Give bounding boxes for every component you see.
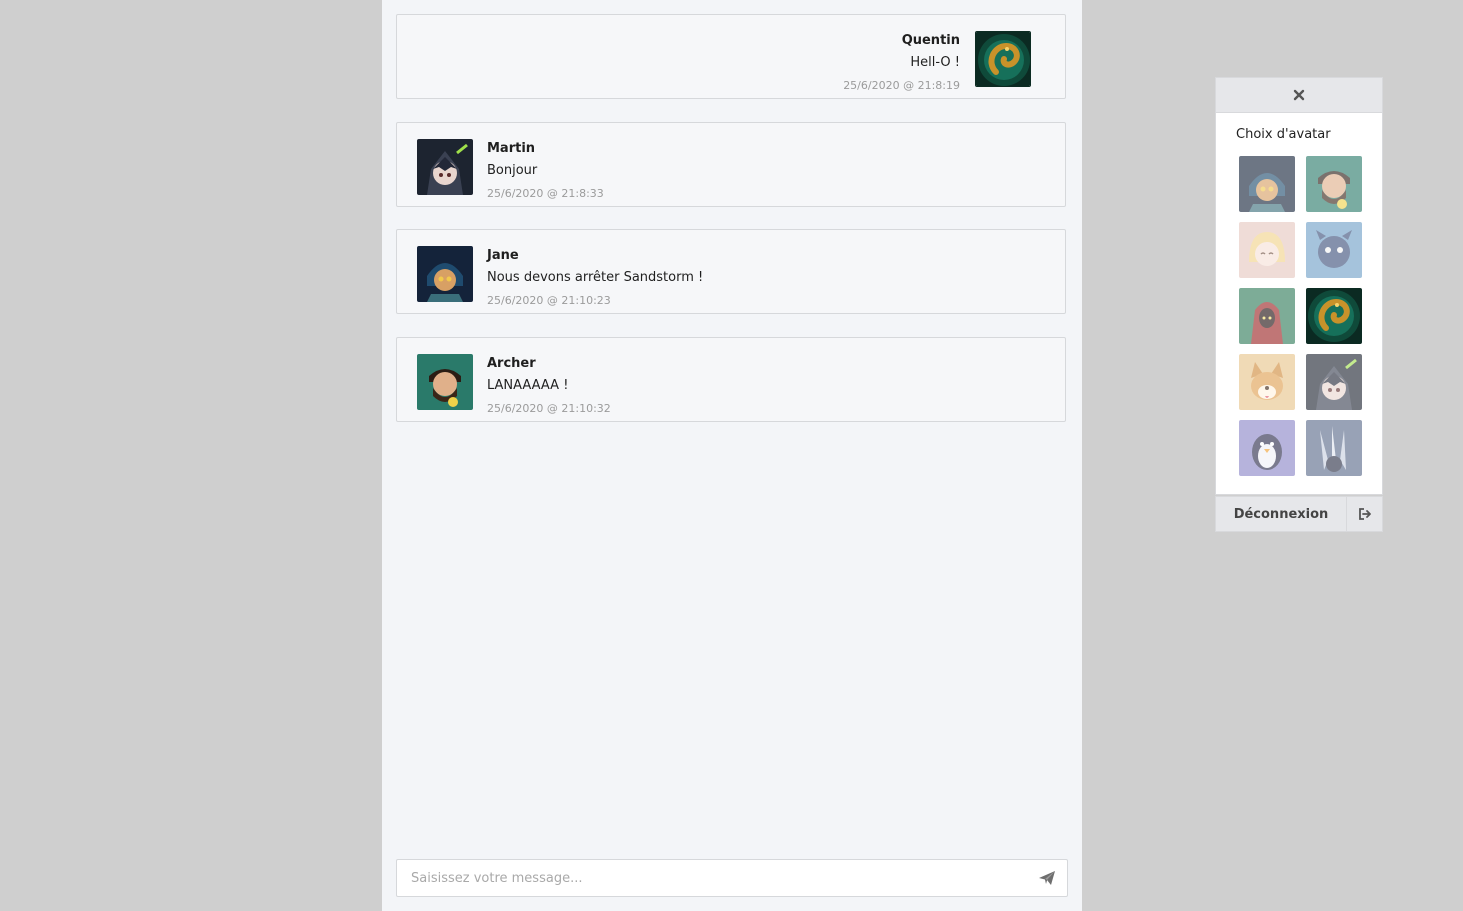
blue-creature-avatar[interactable] <box>1306 222 1362 278</box>
dark-knight-avatar[interactable] <box>1306 354 1362 410</box>
bearded-warrior-avatar[interactable] <box>1306 156 1362 212</box>
logout-button[interactable]: Déconnexion <box>1215 496 1347 532</box>
message-card: Jane Nous devons arrêter Sandstorm ! 25/… <box>396 229 1066 314</box>
message-card: Archer LANAAAAA ! 25/6/2020 @ 21:10:32 <box>396 337 1066 422</box>
message-timestamp: 25/6/2020 @ 21:8:19 <box>843 79 960 92</box>
message-text: Hell-O ! <box>910 55 960 70</box>
logout-row: Déconnexion <box>1215 496 1383 532</box>
avatar-grid <box>1239 156 1363 476</box>
sign-out-icon[interactable] <box>1347 496 1383 532</box>
chat-column: Quentin Hell-O ! 25/6/2020 @ 21:8:19 Mar… <box>382 0 1082 911</box>
serpent-avatar <box>975 31 1031 87</box>
armored-claw-avatar[interactable] <box>1306 420 1362 476</box>
blonde-girl-avatar[interactable] <box>1239 222 1295 278</box>
message-card: Quentin Hell-O ! 25/6/2020 @ 21:8:19 <box>396 14 1066 99</box>
message-text: Nous devons arrêter Sandstorm ! <box>487 270 704 285</box>
message-timestamp: 25/6/2020 @ 21:10:23 <box>487 294 611 307</box>
message-input[interactable] <box>397 860 1017 896</box>
corgi-avatar[interactable] <box>1239 354 1295 410</box>
message-card: Martin Bonjour 25/6/2020 @ 21:8:33 <box>396 122 1066 207</box>
message-composer <box>396 859 1068 897</box>
bearded-warrior-avatar <box>417 354 473 410</box>
red-hood-avatar[interactable] <box>1239 288 1295 344</box>
dark-knight-avatar <box>417 139 473 195</box>
message-author: Quentin <box>901 33 960 48</box>
message-text: LANAAAAA ! <box>487 378 569 393</box>
message-author: Martin <box>487 141 536 156</box>
serpent-avatar[interactable] <box>1306 288 1362 344</box>
message-timestamp: 25/6/2020 @ 21:10:32 <box>487 402 611 415</box>
avatar-panel: Choix d'avatar Déconnexion <box>1215 77 1383 532</box>
message-author: Archer <box>487 356 536 371</box>
helmet-hero-avatar[interactable] <box>1239 156 1295 212</box>
message-author: Jane <box>487 248 519 263</box>
penguin-avatar[interactable] <box>1239 420 1295 476</box>
message-timestamp: 25/6/2020 @ 21:8:33 <box>487 187 604 200</box>
helmet-hero-avatar <box>417 246 473 302</box>
avatar-picker: Choix d'avatar <box>1215 113 1383 495</box>
message-text: Bonjour <box>487 163 538 178</box>
close-panel-button[interactable] <box>1215 77 1383 113</box>
close-icon <box>1293 86 1305 105</box>
avatar-picker-title: Choix d'avatar <box>1236 127 1331 142</box>
paper-plane-icon[interactable] <box>1037 868 1057 888</box>
